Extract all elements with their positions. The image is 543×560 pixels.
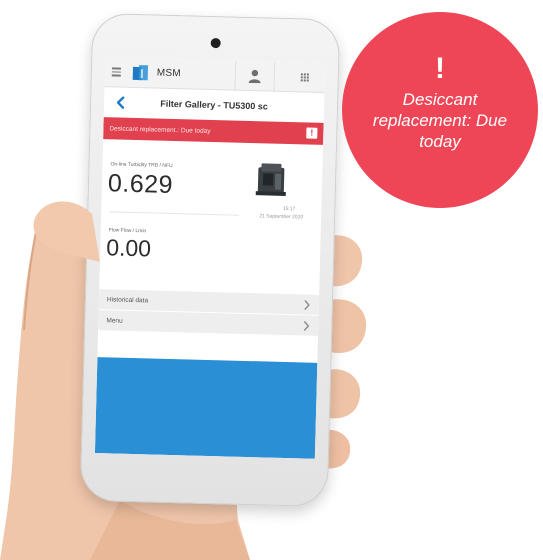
- chevron-right-icon: [304, 300, 310, 310]
- callout-text: Desiccant replacement: Due today: [372, 89, 508, 151]
- secondary-measurement-label: Flow Flow / Lmin: [108, 227, 147, 235]
- reading-time: 15:17: [282, 205, 296, 213]
- alert-badge: !: [306, 127, 318, 139]
- front-camera: [210, 37, 221, 49]
- menu-icon[interactable]: [105, 57, 128, 87]
- grid-menu-icon[interactable]: [284, 62, 325, 93]
- alert-callout-badge: ! Desiccant replacement: Due today: [342, 12, 538, 208]
- page-title: Filter Gallery - TU5300 sc: [160, 98, 268, 112]
- reading-date: 21 September 2020: [259, 213, 304, 221]
- app-screen: MSM Filter Gallery - TU5300 sc Desiccant…: [94, 57, 326, 459]
- list-item-menu[interactable]: Menu: [98, 310, 319, 337]
- msm-logo-icon: [132, 64, 149, 80]
- list-item-label: Menu: [106, 316, 123, 325]
- list-item-label: Historical data: [106, 295, 149, 304]
- footer-bar: [94, 357, 318, 459]
- measurement-panel: On-line Turbidity TRB / NFU 0.629 15:17 …: [99, 139, 323, 295]
- instrument-image: [255, 163, 286, 196]
- chevron-left-icon[interactable]: [114, 95, 128, 109]
- exclamation-icon: !: [435, 51, 445, 85]
- secondary-measurement-value: 0.00: [105, 234, 152, 262]
- user-avatar-icon[interactable]: [234, 60, 276, 92]
- app-name: MSM: [156, 67, 181, 80]
- phone-device: MSM Filter Gallery - TU5300 sc Desiccant…: [79, 12, 341, 508]
- chevron-right-icon: [303, 321, 310, 331]
- primary-measurement-label: On-line Turbidity TRB / NFU: [110, 161, 173, 169]
- alert-text: Desiccant replacement.: Due today: [109, 124, 211, 135]
- primary-measurement-value: 0.629: [107, 169, 174, 200]
